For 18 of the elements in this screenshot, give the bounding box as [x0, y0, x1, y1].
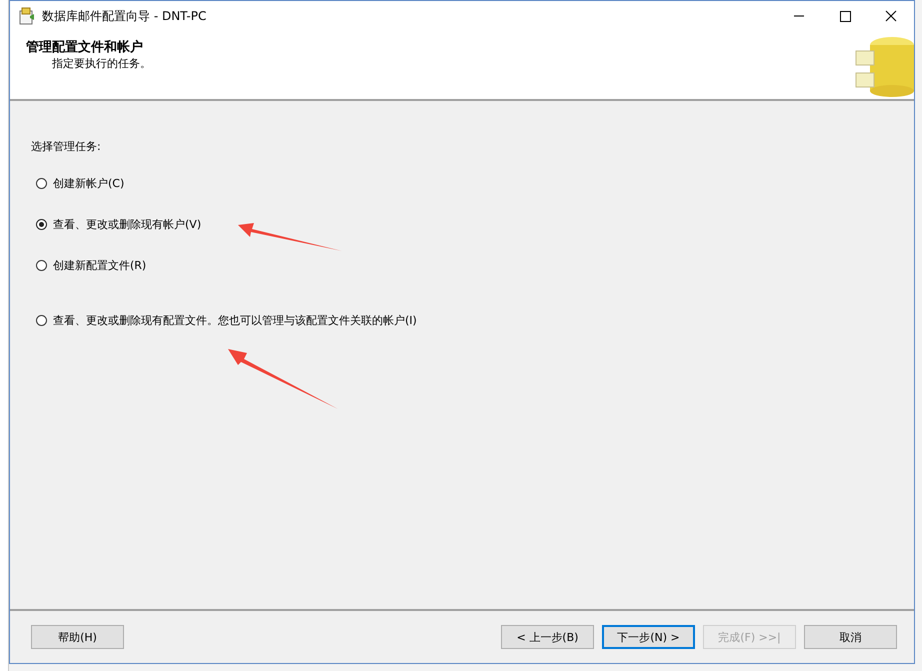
database-wizard-icon — [18, 7, 36, 25]
radio-option[interactable]: 创建新帐户(C) — [36, 176, 914, 191]
help-button[interactable]: 帮助(H) — [31, 625, 124, 649]
page-title: 管理配置文件和帐户 — [26, 38, 144, 56]
radio-option[interactable]: 创建新配置文件(R) — [36, 258, 914, 273]
radio-button[interactable] — [36, 260, 47, 271]
radio-button[interactable] — [36, 219, 47, 230]
radio-option[interactable]: 查看、更改或删除现有配置文件。您也可以管理与该配置文件关联的帐户(I) — [36, 313, 914, 328]
radio-button[interactable] — [36, 178, 47, 189]
wizard-button[interactable]: 取消 — [804, 625, 897, 649]
page-subtitle: 指定要执行的任务。 — [51, 56, 151, 71]
task-prompt: 选择管理任务: — [31, 139, 102, 154]
radio-button[interactable] — [36, 315, 47, 326]
wizard-button[interactable]: < 上一步(B) — [501, 625, 594, 649]
window-title: 数据库邮件配置向导 - DNT-PC — [42, 8, 206, 24]
database-icon — [854, 35, 914, 97]
radio-option[interactable]: 查看、更改或删除现有帐户(V) — [36, 217, 914, 232]
wizard-button[interactable]: 下一步(N) > — [602, 625, 695, 649]
